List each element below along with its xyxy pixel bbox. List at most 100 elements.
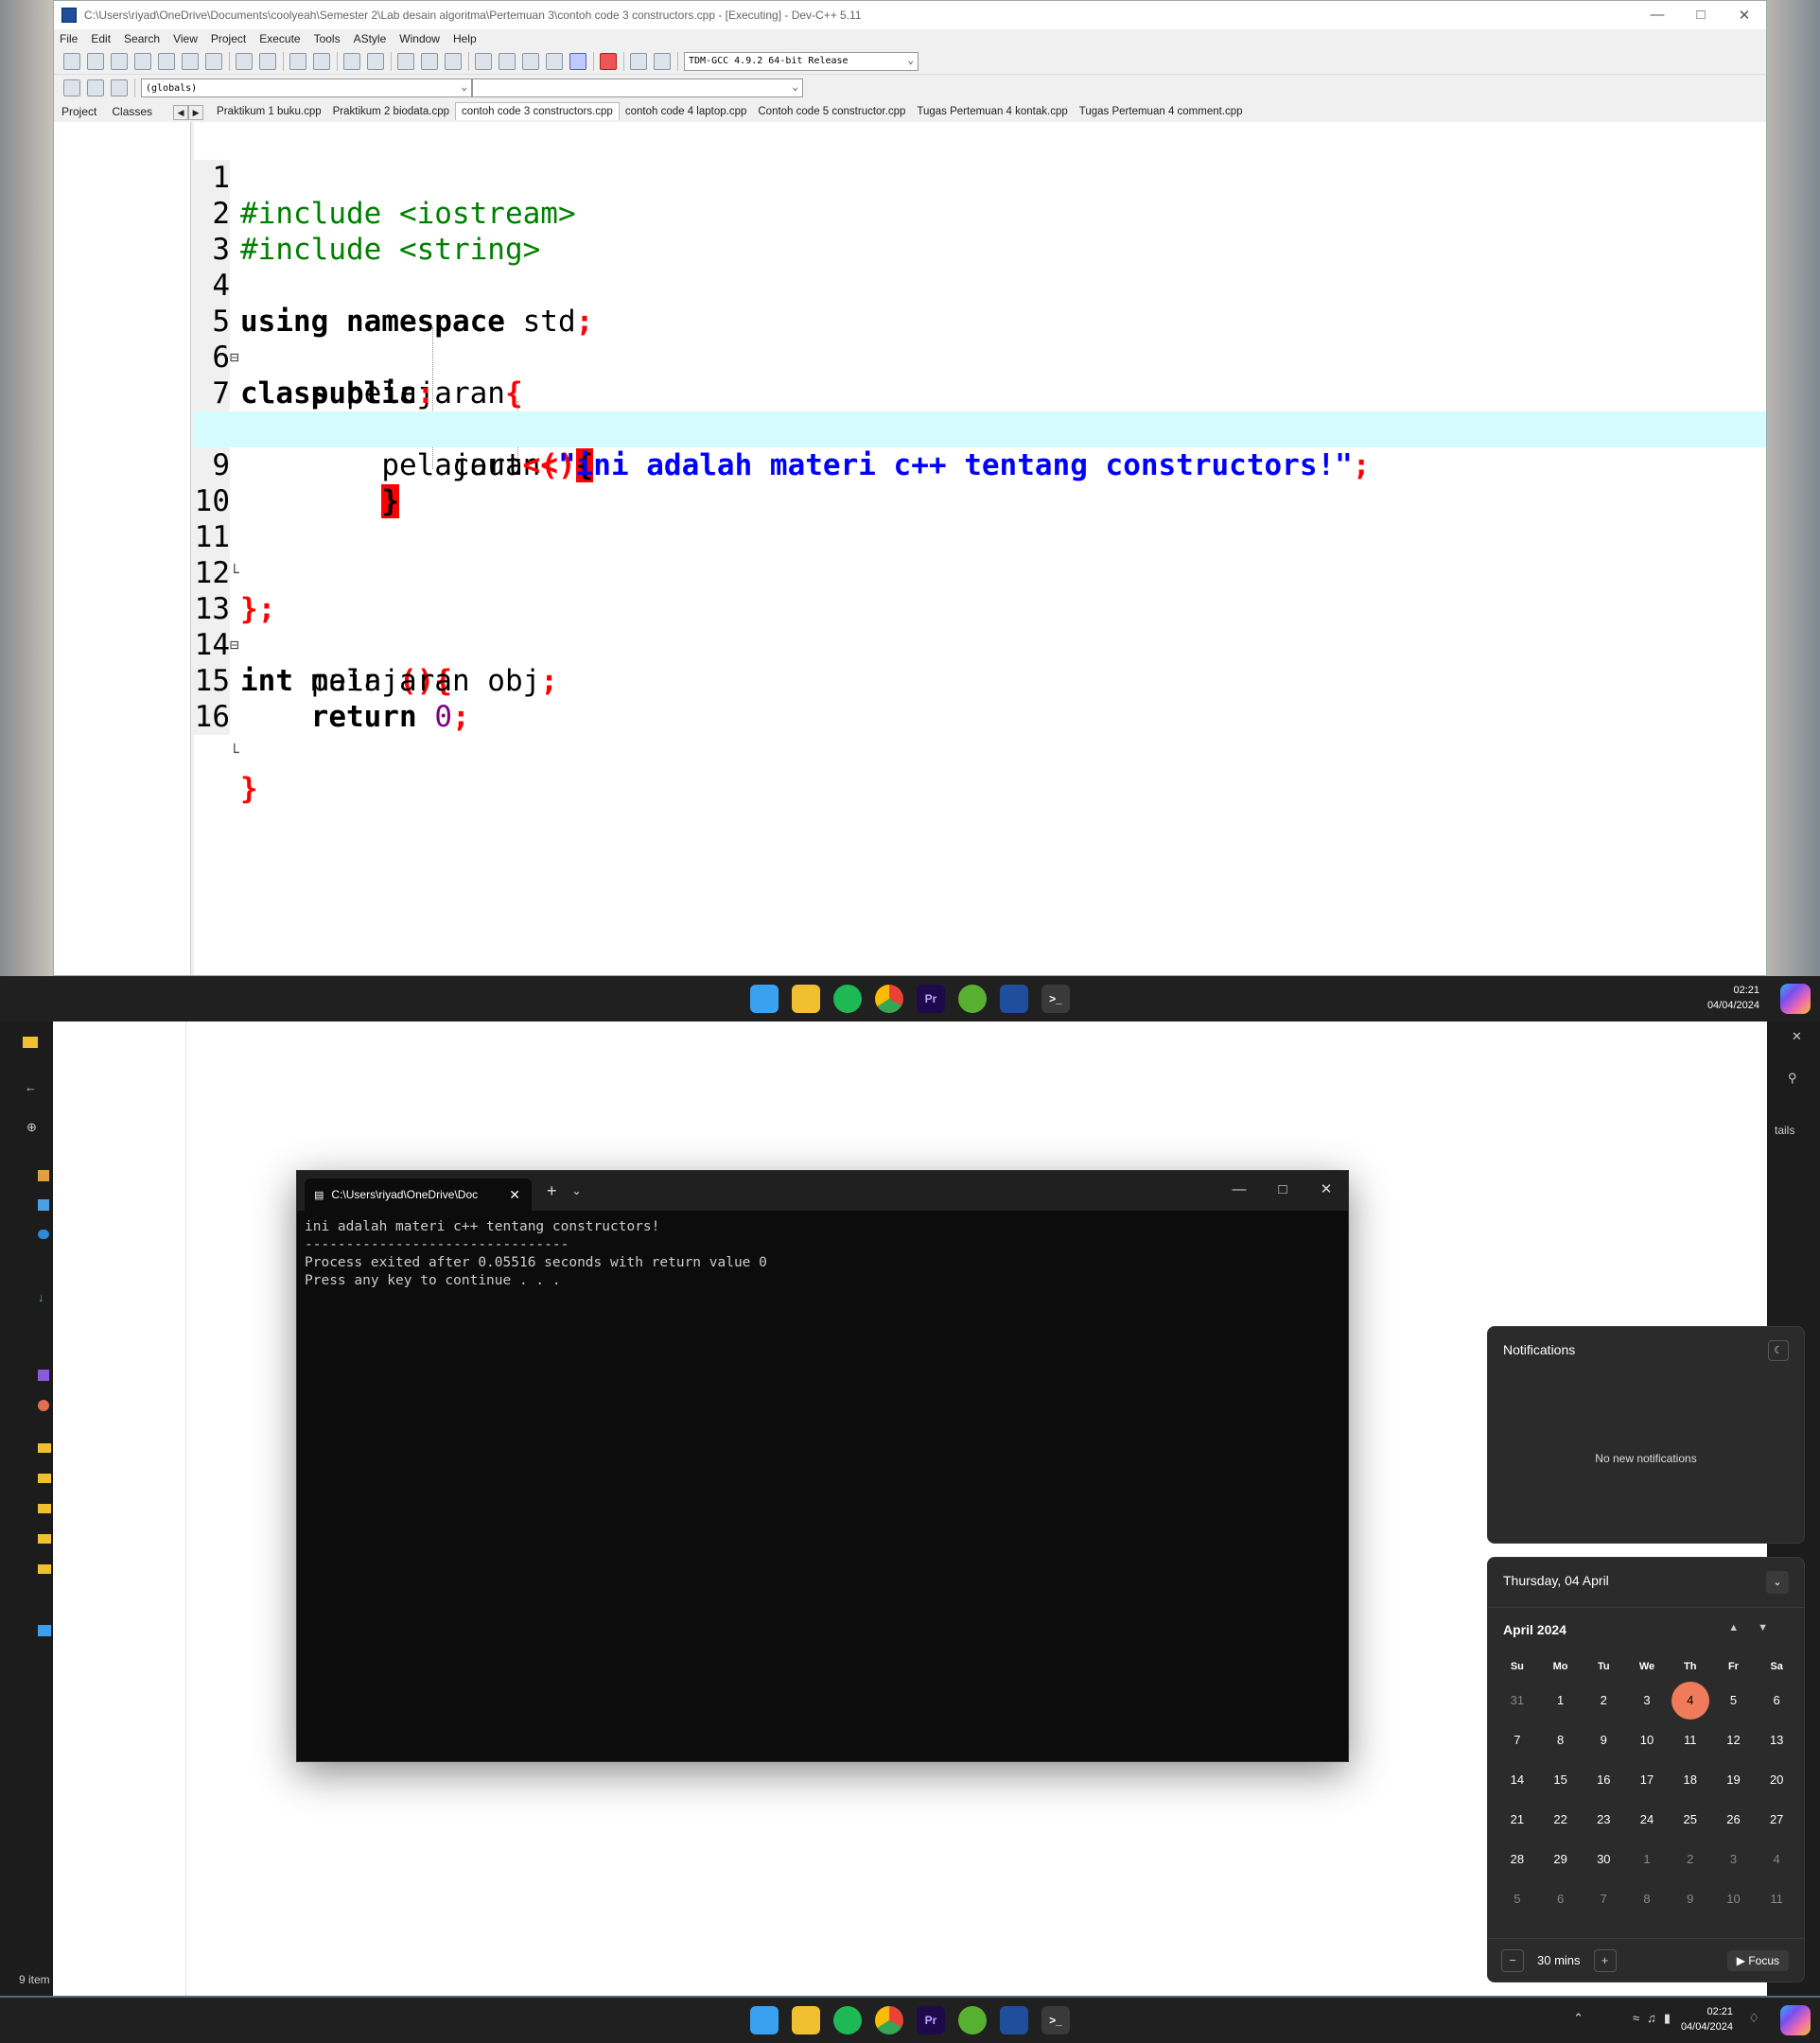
home-icon[interactable]: [38, 1170, 49, 1181]
this-pc-icon[interactable]: [38, 1625, 51, 1636]
calendar-day[interactable]: 24: [1625, 1800, 1669, 1840]
premiere-icon[interactable]: Pr: [917, 985, 945, 1013]
gallery-icon[interactable]: [38, 1199, 49, 1211]
calendar-day[interactable]: 6: [1539, 1879, 1583, 1919]
tab-project[interactable]: Project: [54, 103, 104, 120]
run-icon[interactable]: [499, 52, 516, 70]
menu-window[interactable]: Window: [399, 32, 440, 45]
network-volume-battery-icon[interactable]: ≈♫▮: [1633, 2011, 1678, 2026]
member-select[interactable]: ⌄: [472, 79, 803, 97]
new-file-icon[interactable]: [63, 52, 80, 70]
tab-scroll-right-icon[interactable]: ▶: [188, 105, 204, 120]
calendar-day[interactable]: 7: [1582, 1879, 1625, 1919]
back-arrow-icon[interactable]: ←: [25, 1080, 37, 1094]
calendar-day[interactable]: 15: [1539, 1760, 1583, 1800]
profile-icon[interactable]: [630, 52, 647, 70]
chrome-icon[interactable]: [875, 985, 903, 1013]
maximize-button[interactable]: □: [1679, 7, 1723, 24]
calendar-day[interactable]: 29: [1539, 1840, 1583, 1879]
calendar-day[interactable]: 28: [1496, 1840, 1539, 1879]
calendar-day[interactable]: 31: [1496, 1681, 1539, 1720]
file-tab[interactable]: Tugas Pertemuan 4 comment.cpp: [1074, 103, 1249, 120]
calendar-day[interactable]: 25: [1669, 1800, 1712, 1840]
utorrent-icon[interactable]: [958, 985, 987, 1013]
close-file-icon[interactable]: [158, 52, 175, 70]
copilot-icon[interactable]: [1780, 2005, 1811, 2035]
windows-start-icon[interactable]: [750, 985, 779, 1013]
compiler-select[interactable]: TDM-GCC 4.9.2 64-bit Release ⌄: [684, 51, 919, 71]
do-not-disturb-icon[interactable]: ☾: [1768, 1340, 1789, 1361]
close-button[interactable]: ✕: [1304, 1171, 1348, 1209]
menu-edit[interactable]: Edit: [91, 32, 111, 45]
calendar-day[interactable]: 22: [1539, 1800, 1583, 1840]
calendar-day[interactable]: 18: [1669, 1760, 1712, 1800]
next-month-icon[interactable]: ▼: [1758, 1622, 1787, 1633]
decrease-focus-button[interactable]: −: [1501, 1948, 1524, 1972]
save-icon[interactable]: [111, 52, 128, 70]
file-tab[interactable]: Contoh code 5 constructor.cpp: [752, 103, 911, 120]
insert-icon[interactable]: [87, 79, 104, 96]
calendar-day[interactable]: 6: [1755, 1681, 1798, 1720]
menu-project[interactable]: Project: [211, 32, 246, 45]
calendar-day[interactable]: 27: [1755, 1800, 1798, 1840]
tray-overflow-icon[interactable]: ⌃: [1573, 2011, 1584, 2026]
project-panel[interactable]: [54, 122, 191, 975]
menu-tools[interactable]: Tools: [314, 32, 341, 45]
tab-classes[interactable]: Classes: [104, 103, 160, 120]
windows-start-icon[interactable]: [750, 2006, 779, 2034]
menu-help[interactable]: Help: [453, 32, 477, 45]
calendar-day[interactable]: 20: [1755, 1760, 1798, 1800]
close-tab-icon[interactable]: ✕: [509, 1187, 520, 1203]
details-button[interactable]: tails: [1775, 1124, 1794, 1137]
utorrent-icon[interactable]: [958, 2006, 987, 2034]
focus-button[interactable]: ▶ Focus: [1726, 1949, 1789, 1971]
new-icon[interactable]: ⊕: [26, 1120, 37, 1135]
folder-icon[interactable]: [38, 1534, 51, 1544]
back-icon[interactable]: [397, 52, 414, 70]
prev-month-icon[interactable]: ▲: [1728, 1622, 1758, 1633]
calendar-day[interactable]: 2: [1582, 1681, 1625, 1720]
delete-profile-icon[interactable]: [654, 52, 671, 70]
search-icon[interactable]: ⚲: [1788, 1071, 1797, 1086]
taskbar-clock[interactable]: 02:21 04/04/2024: [1707, 983, 1759, 1013]
calendar-day[interactable]: 11: [1755, 1879, 1798, 1919]
calendar-day[interactable]: 5: [1712, 1681, 1756, 1720]
increase-focus-button[interactable]: +: [1593, 1948, 1617, 1972]
notification-bell-icon[interactable]: ♢: [1748, 2011, 1759, 2026]
calendar-day[interactable]: 12: [1712, 1720, 1756, 1760]
menu-execute[interactable]: Execute: [259, 32, 300, 45]
calendar-day[interactable]: 5: [1496, 1879, 1539, 1919]
minimize-button[interactable]: —: [1217, 1171, 1261, 1209]
minimize-button[interactable]: —: [1636, 7, 1679, 24]
stop-execution-icon[interactable]: [600, 52, 617, 70]
copilot-icon[interactable]: [1780, 984, 1811, 1014]
calendar-day[interactable]: 14: [1496, 1760, 1539, 1800]
calendar-day[interactable]: 10: [1625, 1720, 1669, 1760]
downloads-icon[interactable]: ↓: [38, 1290, 44, 1304]
indent-icon[interactable]: [343, 52, 360, 70]
spotify-icon[interactable]: [833, 985, 862, 1013]
close-button[interactable]: ✕: [1723, 7, 1766, 24]
videos-icon[interactable]: [38, 1370, 49, 1381]
maximize-button[interactable]: □: [1261, 1171, 1304, 1209]
file-explorer-icon[interactable]: [792, 985, 820, 1013]
terminal-icon[interactable]: >_: [1041, 985, 1070, 1013]
find-icon[interactable]: [289, 52, 306, 70]
calendar-day[interactable]: 10: [1712, 1879, 1756, 1919]
unindent-icon[interactable]: [367, 52, 384, 70]
folder-icon[interactable]: [38, 1474, 51, 1483]
print-icon[interactable]: [205, 52, 222, 70]
folder-icon[interactable]: [38, 1504, 51, 1513]
calendar-day[interactable]: 2: [1669, 1840, 1712, 1879]
premiere-icon[interactable]: Pr: [917, 2006, 945, 2034]
file-tab[interactable]: contoh code 4 laptop.cpp: [620, 103, 753, 120]
calendar-day[interactable]: 21: [1496, 1800, 1539, 1840]
calendar-day[interactable]: 8: [1625, 1879, 1669, 1919]
chevron-down-icon[interactable]: ⌄: [572, 1184, 582, 1197]
undo-icon[interactable]: [236, 52, 253, 70]
new-project-icon[interactable]: [63, 79, 80, 96]
redo-icon[interactable]: [259, 52, 276, 70]
file-tab[interactable]: Tugas Pertemuan 4 kontak.cpp: [911, 103, 1073, 120]
calendar-day[interactable]: 7: [1496, 1720, 1539, 1760]
file-tab-active[interactable]: contoh code 3 constructors.cpp: [455, 102, 620, 120]
